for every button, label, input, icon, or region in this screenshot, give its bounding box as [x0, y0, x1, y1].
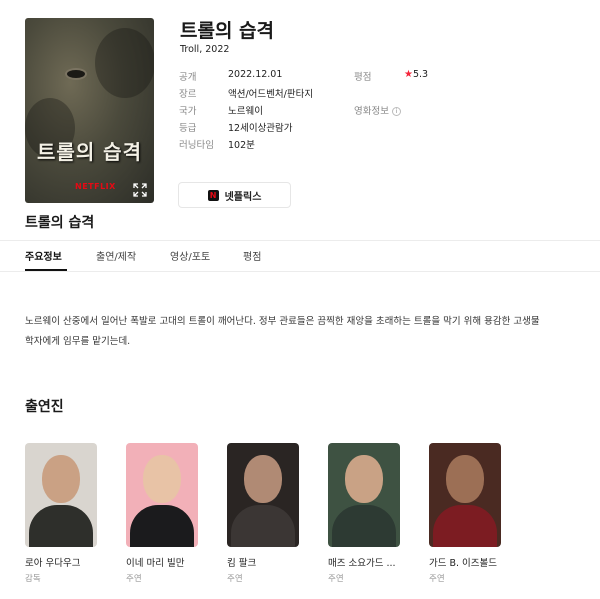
score-label: 평점 [354, 72, 372, 83]
netflix-icon: N [207, 189, 219, 201]
cast-card[interactable]: 가드 B. 이즈볼드 주연 [429, 443, 501, 584]
runtime-label: 러닝타임 [179, 140, 214, 151]
cast-body [433, 505, 497, 547]
cast-face [345, 455, 383, 503]
cast-name: 이네 마리 빌만 [126, 558, 185, 569]
cast-photo [126, 443, 198, 547]
provider-label: 넷플릭스 [224, 191, 262, 203]
cast-card[interactable]: 매즈 소요가드 ... 주연 [328, 443, 400, 584]
cast-photo [328, 443, 400, 547]
cast-photo [429, 443, 501, 547]
cast-card[interactable]: 이네 마리 빌만 주연 [126, 443, 198, 584]
cast-photo [25, 443, 97, 547]
runtime-value: 102분 [228, 140, 255, 151]
poster-texture [95, 28, 154, 98]
expand-icon-svg [133, 183, 147, 197]
poster-netflix-logo: NETFLIX [75, 182, 116, 191]
cast-section-title: 출연진 [25, 399, 64, 415]
cast-name: 매즈 소요가드 ... [328, 558, 396, 569]
movie-poster[interactable]: 트롤의 습격 NETFLIX [25, 18, 154, 203]
tab-cast-crew[interactable]: 출연/제작 [96, 248, 136, 263]
cast-role: 주연 [328, 574, 344, 584]
divider [0, 271, 600, 272]
film-info-text: 영화정보 [354, 106, 389, 117]
cast-photo [227, 443, 299, 547]
cast-body [29, 505, 93, 547]
cast-card[interactable]: 로아 우다우그 감독 [25, 443, 97, 584]
genre-label: 장르 [179, 89, 197, 100]
cast-card[interactable]: 킴 팔크 주연 [227, 443, 299, 584]
age-rating-value: 12세이상관람가 [228, 123, 293, 134]
poster-troll-eye [67, 70, 85, 78]
tab-video-photo[interactable]: 영상/포토 [170, 248, 210, 263]
synopsis: 노르웨이 산중에서 일어난 폭발로 고대의 트롤이 깨어난다. 정부 관료들은 … [25, 316, 540, 347]
tab-reviews[interactable]: 평점 [243, 248, 261, 263]
release-label: 공개 [179, 72, 197, 83]
film-info-label[interactable]: 영화정보 i [354, 103, 401, 117]
movie-subtitle: Troll, 2022 [180, 44, 230, 55]
cast-name: 가드 B. 이즈볼드 [429, 558, 498, 569]
netflix-provider-button[interactable]: N 넷플릭스 [178, 182, 291, 208]
age-rating-label: 등급 [179, 123, 197, 134]
cast-body [332, 505, 396, 547]
cast-name: 로아 우다우그 [25, 558, 81, 569]
tab-main-info[interactable]: 주요정보 [25, 248, 62, 263]
cast-role: 감독 [25, 574, 41, 584]
release-value: 2022.12.01 [228, 69, 283, 80]
expand-icon[interactable] [133, 183, 147, 197]
movie-title: 트롤의 습격 [180, 20, 275, 42]
score-number: 5.3 [412, 69, 429, 80]
poster-title: 트롤의 습격 [37, 140, 142, 164]
cast-role: 주연 [126, 574, 142, 584]
cast-face [143, 455, 181, 503]
tab-bar: 주요정보 출연/제작 영상/포토 평점 [0, 241, 600, 271]
cast-body [231, 505, 295, 547]
info-icon[interactable]: i [391, 107, 401, 116]
country-label: 국가 [179, 106, 197, 117]
cast-name: 킴 팔크 [227, 558, 257, 569]
section-title: 트롤의 습격 [25, 215, 95, 231]
score-value: ★5.3 [404, 69, 428, 80]
cast-face [244, 455, 282, 503]
genre-value: 액션/어드벤처/판타지 [228, 89, 314, 100]
cast-body [130, 505, 194, 547]
cast-face [446, 455, 484, 503]
cast-role: 주연 [429, 574, 445, 584]
star-icon: ★ [404, 69, 413, 80]
cast-role: 주연 [227, 574, 243, 584]
country-value: 노르웨이 [228, 106, 263, 117]
cast-face [42, 455, 80, 503]
